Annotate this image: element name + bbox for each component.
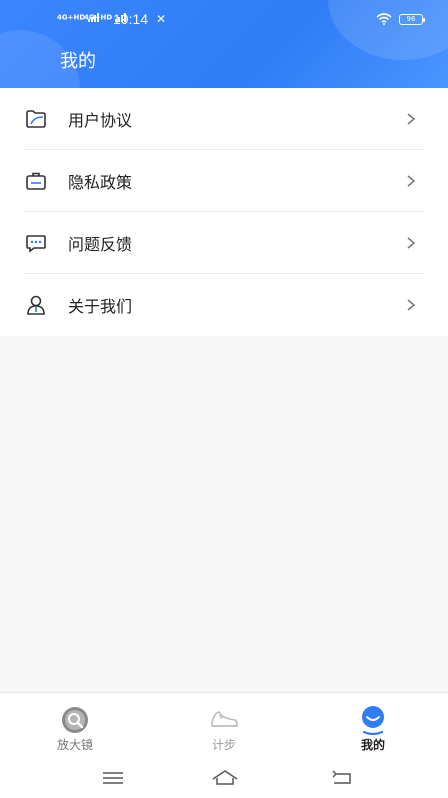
menu-icon[interactable] — [101, 768, 125, 788]
menu-item-label: 用户协议 — [68, 111, 133, 130]
folder-icon — [26, 110, 46, 128]
chevron-right-icon — [407, 299, 416, 311]
chevron-right-icon — [407, 175, 416, 187]
nav-tab-label: 计步 — [211, 738, 236, 752]
nav-tab-magnifier[interactable]: 放大镜 — [20, 693, 130, 757]
nav-tab-label: 放大镜 — [56, 738, 93, 752]
magnifier-icon — [62, 707, 88, 733]
chevron-right-icon — [407, 237, 416, 249]
sneaker-icon — [211, 711, 238, 727]
bottom-nav: 放大镜 计步 我的 — [0, 692, 448, 758]
menu-item-user-agreement[interactable]: 用户协议 — [0, 88, 448, 150]
wifi-icon — [376, 13, 392, 25]
menu-item-label: 问题反馈 — [68, 235, 133, 254]
menu-item-label: 关于我们 — [68, 297, 133, 316]
nav-tab-profile[interactable]: 我的 — [318, 693, 428, 757]
system-nav-bar — [0, 758, 448, 798]
status-bar: 4G+HD 4G+HD 19:14 ✕ 96 — [0, 0, 448, 38]
battery-level: 96 — [406, 15, 416, 23]
page-title: 我的 — [60, 51, 96, 72]
nav-tab-label: 我的 — [360, 738, 385, 752]
nav-tab-pedometer[interactable]: 计步 — [169, 693, 279, 757]
menu-item-about-us[interactable]: 关于我们 — [0, 274, 448, 336]
signal-label: 4G+HD — [57, 13, 86, 22]
menu-item-privacy-policy[interactable]: 隐私政策 — [0, 150, 448, 212]
chat-bubble-icon — [26, 235, 46, 253]
user-icon — [27, 295, 45, 315]
menu-item-feedback[interactable]: 问题反馈 — [0, 212, 448, 274]
back-icon[interactable] — [330, 768, 354, 788]
chevron-right-icon — [407, 113, 416, 125]
battery-indicator: 96 — [399, 14, 425, 25]
auto-rotate-icon: ✕ — [156, 12, 167, 26]
app-header: 4G+HD 4G+HD 19:14 ✕ 96 我的 — [0, 0, 448, 88]
profile-icon — [362, 706, 384, 735]
briefcase-icon — [26, 172, 46, 190]
home-icon[interactable] — [211, 768, 239, 788]
menu-item-label: 隐私政策 — [68, 173, 133, 192]
signal-label: 4G+HD — [84, 13, 113, 22]
status-time: 19:14 — [113, 11, 149, 27]
settings-menu: 用户协议 隐私政策 问题反馈 关于我们 — [0, 88, 448, 336]
